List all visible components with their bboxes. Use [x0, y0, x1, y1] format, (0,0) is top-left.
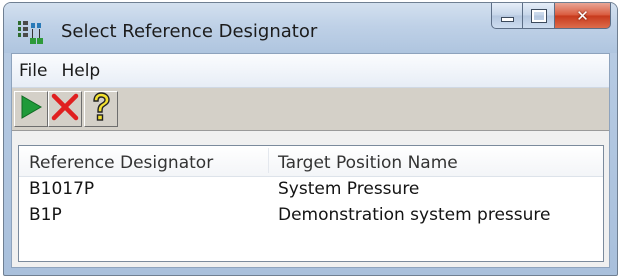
minimize-icon	[500, 17, 514, 22]
toolbar	[12, 88, 609, 131]
menu-bar: File Help	[12, 54, 609, 88]
cell-target-position-name: System Pressure	[278, 179, 420, 199]
cancel-x-icon	[50, 92, 80, 126]
column-header-target-position-name[interactable]: Target Position Name	[278, 153, 458, 173]
close-button[interactable]: ✕	[555, 3, 611, 29]
play-icon	[19, 94, 43, 124]
column-separator[interactable]	[268, 148, 269, 173]
cell-reference-designator: B1017P	[29, 179, 95, 199]
help-button[interactable]	[84, 91, 118, 127]
window-title: Select Reference Designator	[61, 21, 318, 42]
dialog-window: Select Reference Designator ✕ File Help	[3, 2, 618, 276]
maximize-button[interactable]	[523, 3, 555, 29]
caption-buttons: ✕	[491, 3, 611, 29]
minimize-button[interactable]	[491, 3, 523, 29]
cell-target-position-name: Demonstration system pressure	[278, 205, 551, 225]
reference-tree-icon	[17, 20, 45, 46]
menu-file[interactable]: File	[13, 61, 53, 81]
column-header-reference-designator[interactable]: Reference Designator	[29, 153, 213, 173]
help-question-icon	[88, 91, 114, 127]
maximize-icon	[530, 8, 547, 23]
close-icon: ✕	[576, 6, 589, 25]
reference-list[interactable]: Reference Designator Target Position Nam…	[18, 145, 604, 262]
run-button[interactable]	[14, 91, 48, 127]
title-bar[interactable]: Select Reference Designator ✕	[4, 3, 617, 53]
cancel-button[interactable]	[48, 91, 82, 127]
list-row[interactable]: B1017P System Pressure	[19, 177, 603, 202]
cell-reference-designator: B1P	[29, 205, 62, 225]
menu-help[interactable]: Help	[55, 61, 106, 81]
list-row[interactable]: B1P Demonstration system pressure	[19, 203, 603, 228]
list-header: Reference Designator Target Position Nam…	[19, 146, 603, 177]
client-area: File Help Reference Designator Target Po…	[11, 53, 610, 268]
